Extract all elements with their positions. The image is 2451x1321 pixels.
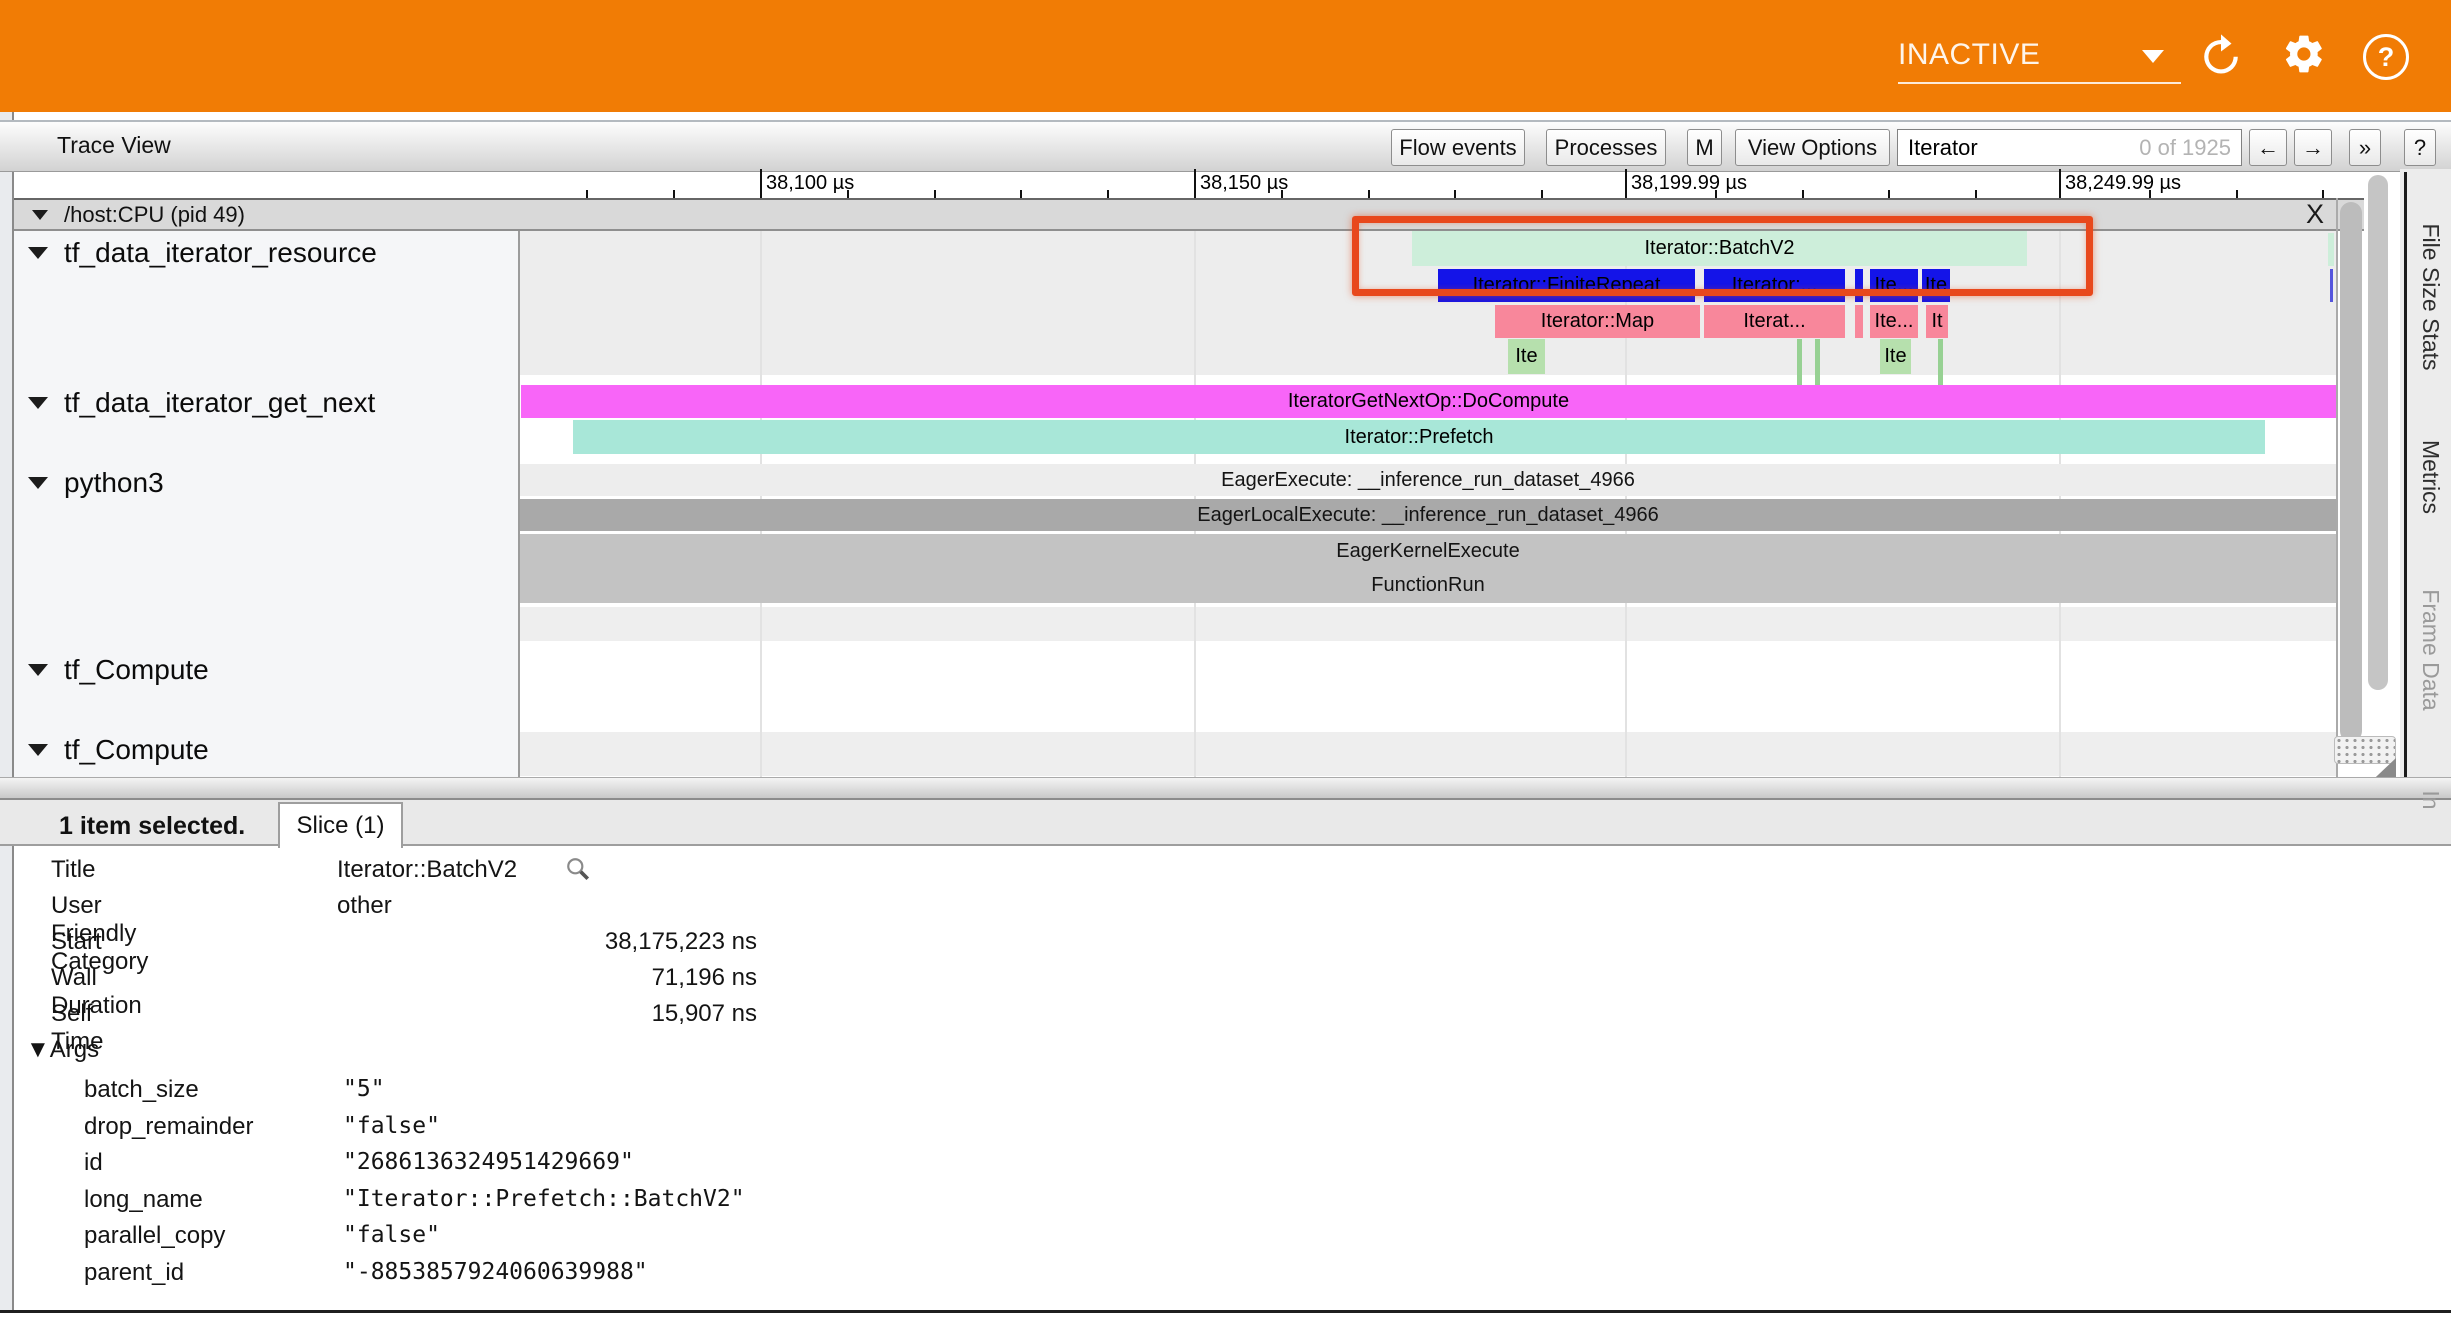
selection-highlight-box xyxy=(1352,216,2093,296)
trace-slice[interactable] xyxy=(1938,339,1943,385)
collapse-caret-icon xyxy=(28,744,48,756)
sidebar-tab-metrics[interactable]: Metrics xyxy=(2417,440,2444,514)
arg-name: batch_size xyxy=(84,1076,199,1104)
bottom-border xyxy=(0,1310,2451,1313)
detail-row-value: Iterator::BatchV2 xyxy=(337,856,517,884)
trace-slice-band[interactable]: EagerLocalExecute: __inference_run_datas… xyxy=(520,499,2336,531)
track-label-text: tf_Compute xyxy=(64,654,209,686)
outer-scrollbar-thumb[interactable] xyxy=(2368,175,2388,690)
detail-row-value: other xyxy=(337,892,392,920)
trace-slice[interactable]: IteratorGetNextOp::DoCompute xyxy=(521,385,2336,418)
trace-slice[interactable]: Ite xyxy=(1508,339,1545,374)
arg-value: "-8853857924060639988" xyxy=(343,1259,648,1285)
sidebar-tab-in[interactable]: In xyxy=(2417,790,2444,809)
trace-viewer-app: INACTIVE ? Trace View Flow events Proces… xyxy=(0,0,2451,1321)
arg-value: "Iterator::Prefetch::BatchV2" xyxy=(343,1186,745,1212)
selection-status-text: 1 item selected. xyxy=(59,812,245,841)
arg-name: id xyxy=(84,1149,103,1177)
trace-slice[interactable]: Iterat... xyxy=(1704,305,1845,338)
collapse-caret-icon xyxy=(28,477,48,489)
tab-slice[interactable]: Slice (1) xyxy=(278,802,403,848)
arg-name: long_name xyxy=(84,1186,203,1214)
arg-value: "false" xyxy=(343,1222,440,1248)
magnifier-icon[interactable] xyxy=(565,856,591,882)
trace-slice-band[interactable]: EagerExecute: __inference_run_dataset_49… xyxy=(520,464,2336,496)
sidebar-tab-frame-data[interactable]: Frame Data xyxy=(2417,589,2444,710)
trace-slice[interactable]: Ite xyxy=(1880,339,1911,374)
track-label-tf-compute[interactable]: tf_Compute xyxy=(28,653,209,687)
arg-name: drop_remainder xyxy=(84,1113,253,1141)
collapse-caret-icon xyxy=(28,397,48,409)
arg-name: parallel_copy xyxy=(84,1222,225,1250)
row-stripe xyxy=(520,607,2336,641)
arg-value: "5" xyxy=(343,1076,385,1102)
collapse-caret-icon xyxy=(28,247,48,259)
arg-value: "false" xyxy=(343,1113,440,1139)
track-label-tf-compute[interactable]: tf_Compute xyxy=(28,733,209,767)
args-section-header[interactable]: ▼Args xyxy=(26,1036,99,1064)
trace-slice[interactable]: Ite... xyxy=(1870,305,1918,338)
track-label-text: python3 xyxy=(64,467,164,499)
detail-row-value: 71,196 ns xyxy=(337,964,757,992)
track-label-tf-data-iterator-get-next[interactable]: tf_data_iterator_get_next xyxy=(28,386,375,420)
trace-slice[interactable] xyxy=(1855,305,1863,338)
trace-slice[interactable] xyxy=(1797,339,1802,385)
collapse-caret-icon xyxy=(28,664,48,676)
track-label-text: tf_data_iterator_resource xyxy=(64,237,377,269)
trace-slice-band[interactable]: EagerKernelExecute xyxy=(520,534,2336,568)
trace-slice[interactable] xyxy=(2330,269,2333,302)
track-label-python3[interactable]: python3 xyxy=(28,466,164,500)
row-stripe xyxy=(520,732,2336,776)
detail-row-value: 15,907 ns xyxy=(337,1000,757,1028)
track-label-text: tf_Compute xyxy=(64,734,209,766)
trace-slice[interactable] xyxy=(2328,233,2334,266)
tab-strip-border xyxy=(2404,172,2407,792)
trace-slice[interactable] xyxy=(1815,339,1820,385)
detail-row-label: Start xyxy=(51,928,102,956)
detail-row-value: 38,175,223 ns xyxy=(337,928,757,956)
trace-slice-band[interactable]: FunctionRun xyxy=(520,568,2336,603)
trace-slice[interactable]: It xyxy=(1926,305,1948,338)
trace-slice[interactable]: Iterator::Prefetch xyxy=(573,420,2265,454)
panel-splitter[interactable] xyxy=(0,777,2451,800)
arg-name: parent_id xyxy=(84,1259,184,1287)
detail-row-label: Title xyxy=(51,856,95,884)
track-label-text: tf_data_iterator_get_next xyxy=(64,387,375,419)
arg-value: "2686136324951429669" xyxy=(343,1149,634,1175)
track-label-tf-data-iterator-resource[interactable]: tf_data_iterator_resource xyxy=(28,236,377,270)
trace-slice[interactable]: Iterator::Map xyxy=(1495,305,1700,338)
content-right-border xyxy=(2336,198,2338,777)
vertical-scrollbar-thumb[interactable] xyxy=(2340,202,2362,742)
sidebar-tab-file-size-stats[interactable]: File Size Stats xyxy=(2417,224,2444,371)
